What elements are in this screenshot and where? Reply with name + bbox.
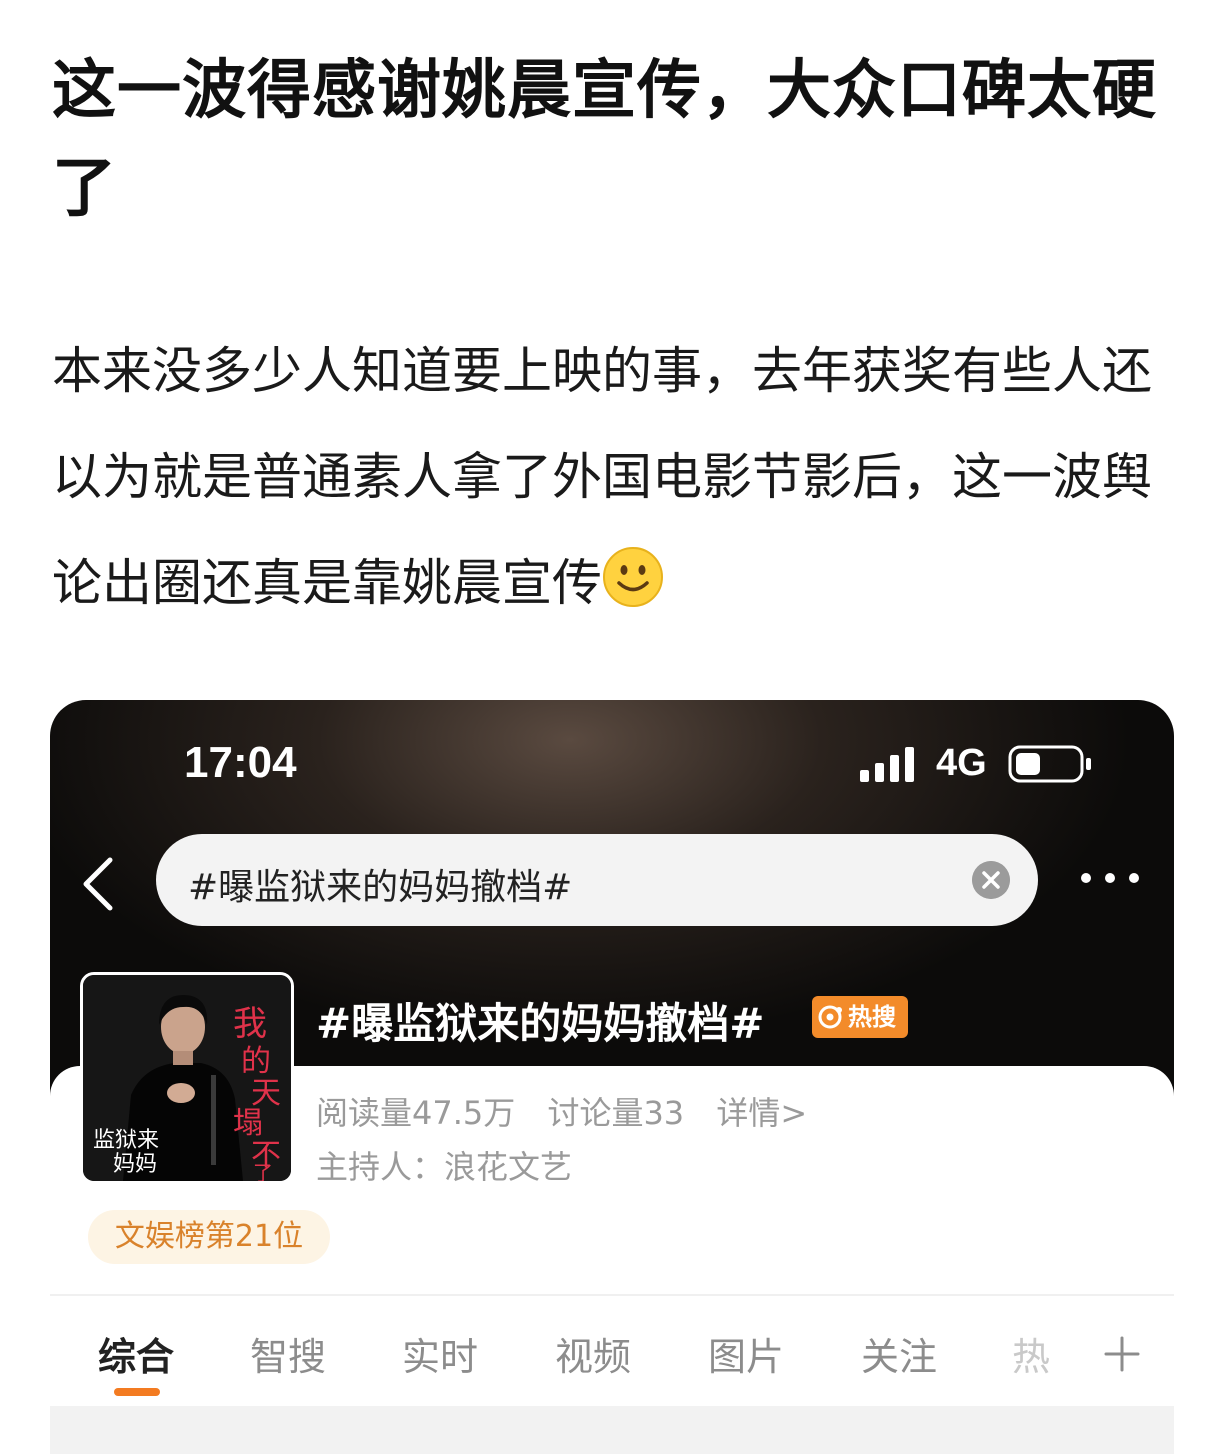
discussion-count: 讨论量33 bbox=[547, 1094, 685, 1132]
network-type: 4G bbox=[936, 742, 987, 784]
hot-badge-label: 热搜 bbox=[848, 1003, 896, 1031]
cover-film-text: 妈妈 bbox=[113, 1152, 157, 1177]
rank-tag[interactable]: 文娱榜第21位 bbox=[88, 1210, 330, 1264]
add-tab-icon[interactable] bbox=[1104, 1336, 1140, 1372]
cover-title-char: 的 bbox=[241, 1044, 271, 1079]
tab-hot[interactable]: 热 bbox=[1012, 1326, 1050, 1381]
tab-following[interactable]: 关注 bbox=[861, 1326, 937, 1381]
tab-video[interactable]: 视频 bbox=[555, 1326, 631, 1381]
embedded-screenshot: 17:04 4G #曝监狱来的妈妈撤档# 我 的 天 塌 不 了 监狱来 妈妈 … bbox=[50, 700, 1174, 1454]
tab-comprehensive[interactable]: 综合 bbox=[98, 1326, 174, 1381]
battery-icon bbox=[1008, 745, 1091, 783]
smile-emoji-icon bbox=[603, 547, 663, 607]
signal-icon bbox=[860, 747, 914, 782]
clear-icon[interactable] bbox=[972, 861, 1010, 899]
cover-title-char: 塌 bbox=[233, 1106, 263, 1141]
hot-icon bbox=[818, 1005, 842, 1029]
cover-film-text: 监狱来 bbox=[93, 1128, 159, 1153]
active-tab-indicator bbox=[114, 1388, 160, 1396]
read-count: 阅读量47.5万 bbox=[316, 1094, 516, 1132]
cover-title-char: 我 bbox=[233, 1004, 267, 1044]
post-body: 本来没多少人知道要上映的事，去年获奖有些人还以为就是普通素人拿了外国电影节影后，… bbox=[52, 318, 1152, 636]
topic-host: 主持人：浪花文艺 bbox=[316, 1148, 573, 1186]
post-title: 这一波得感谢姚晨宣传，大众口碑太硬了 bbox=[52, 54, 1157, 226]
topic-cover-image[interactable]: 我 的 天 塌 不 了 监狱来 妈妈 bbox=[80, 972, 294, 1184]
tab-images[interactable]: 图片 bbox=[708, 1326, 784, 1381]
topic-title[interactable]: #曝监狱来的妈妈撤档# bbox=[316, 990, 764, 1051]
search-query: #曝监狱来的妈妈撤档# bbox=[188, 867, 573, 908]
back-arrow-icon[interactable] bbox=[78, 856, 118, 912]
divider bbox=[50, 1294, 1174, 1296]
hot-search-badge: 热搜 bbox=[812, 996, 908, 1038]
more-icon[interactable] bbox=[1080, 870, 1140, 886]
topic-stats: 阅读量47.5万 讨论量33 详情> bbox=[316, 1088, 829, 1134]
cover-art: 我 的 天 塌 不 了 监狱来 妈妈 bbox=[83, 975, 291, 1181]
status-time: 17:04 bbox=[184, 738, 297, 787]
cover-title-char: 了 bbox=[253, 1161, 273, 1181]
tab-smart-search[interactable]: 智搜 bbox=[250, 1326, 326, 1381]
search-input[interactable]: #曝监狱来的妈妈撤档# bbox=[156, 834, 1038, 926]
details-link[interactable]: 详情> bbox=[716, 1094, 807, 1132]
tab-realtime[interactable]: 实时 bbox=[402, 1326, 478, 1381]
search-tabs: 综合 智搜 实时 视频 图片 关注 热 bbox=[50, 1326, 1174, 1386]
content-strip bbox=[50, 1406, 1174, 1454]
